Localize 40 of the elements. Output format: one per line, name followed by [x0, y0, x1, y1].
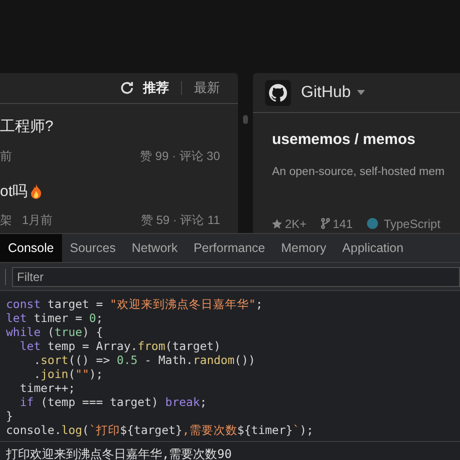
feed-tab[interactable]: 推荐 — [143, 78, 169, 98]
code-line: .join(""); — [32, 367, 103, 381]
code-line: while (true) { — [6, 325, 103, 339]
devtools-tab[interactable]: Performance — [186, 234, 274, 262]
code-line: let temp = Array.from(target) — [18, 339, 221, 353]
devtools-tab[interactable]: Sources — [62, 234, 124, 262]
console-output: 打印欢迎来到沸点冬日嘉年华,需要次数90 — [5, 446, 233, 460]
article-meta: 前 — [0, 148, 12, 164]
article-title[interactable]: 工程师? — [0, 116, 54, 138]
fire-icon — [30, 184, 42, 200]
repo-description: An open-source, self-hosted mem — [272, 164, 446, 180]
github-logo-icon — [265, 80, 291, 106]
source-dropdown[interactable]: GitHub — [301, 80, 365, 104]
article-stats: 赞 99 · 评论 30 — [140, 148, 220, 164]
fork-count: 141 — [332, 216, 353, 233]
refresh-icon[interactable] — [119, 80, 135, 96]
article-stats: 赞 59 · 评论 11 — [140, 212, 220, 229]
code-line: let timer = 0; — [6, 311, 103, 325]
devtools-tab[interactable]: Application — [334, 234, 412, 262]
repo-name[interactable]: usememos / memos — [272, 129, 460, 152]
code-line: .sort(() => 0.5 - Math.random()) — [32, 353, 256, 367]
code-line: const target = "欢迎来到沸点冬日嘉年华"; — [6, 297, 263, 311]
feed-tab[interactable]: 最新 — [194, 78, 220, 98]
language-label: TypeScript — [384, 216, 440, 233]
filter-field[interactable]: Filter — [12, 266, 460, 286]
article-meta: 架 — [0, 212, 12, 229]
devtools-tab[interactable]: Memory — [273, 234, 334, 262]
caret-icon — [356, 90, 365, 95]
devtools-tab[interactable]: Network — [124, 234, 186, 262]
fork-icon — [320, 218, 330, 230]
article-meta: 1月前 — [22, 212, 53, 229]
code-line: } — [6, 409, 13, 423]
article-title[interactable]: ot吗 — [0, 180, 28, 203]
star-icon — [272, 218, 282, 229]
scrollbar-thumb[interactable] — [243, 115, 248, 124]
code-line: if (temp === target) break; — [18, 395, 207, 409]
star-count: 2K+ — [285, 216, 307, 233]
code-line: timer++; — [18, 381, 76, 395]
code-line: console.log(`打印${target},需要次数${timer}`); — [6, 423, 314, 437]
devtools-tab[interactable]: Console — [0, 234, 62, 262]
